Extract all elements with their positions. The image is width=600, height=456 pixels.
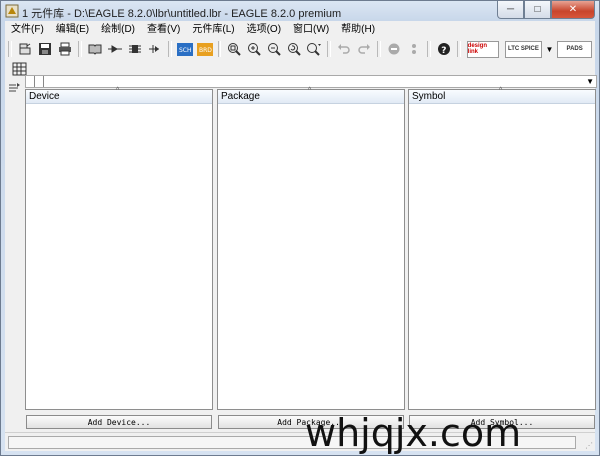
symbol-column-header[interactable]: Symbol ^ <box>409 87 595 104</box>
panel-toggle-icon[interactable] <box>8 82 21 94</box>
toolbar-separator <box>8 41 12 57</box>
help-icon[interactable]: ? <box>435 40 453 58</box>
eagle-app-icon <box>5 4 19 18</box>
toolbar-separator <box>327 41 332 57</box>
title-bar[interactable]: 1 元件库 - D:\EAGLE 8.2.0\lbr\untitled.lbr … <box>1 1 599 21</box>
add-device-button[interactable]: Add Device... <box>26 415 212 429</box>
print-icon[interactable] <box>56 40 74 58</box>
sort-indicator-icon: ^ <box>308 87 312 94</box>
redo-icon[interactable] <box>355 40 373 58</box>
menu-help[interactable]: 帮助(H) <box>335 21 381 38</box>
zoom-fit-icon[interactable] <box>225 40 243 58</box>
symbol-header-label: Symbol <box>412 91 446 102</box>
maximize-button[interactable]: □ <box>524 1 551 19</box>
minimize-button[interactable]: ─ <box>497 1 524 19</box>
svg-text:?: ? <box>441 46 446 56</box>
menu-options[interactable]: 选项(O) <box>241 21 287 38</box>
symbol-list-panel[interactable]: Symbol ^ <box>408 87 596 410</box>
symbol-icon[interactable] <box>146 40 164 58</box>
svg-text:SCH: SCH <box>179 47 192 54</box>
menu-edit[interactable]: 编辑(E) <box>50 21 95 38</box>
package-icon[interactable] <box>126 40 144 58</box>
package-column-header[interactable]: Package ^ <box>218 87 404 104</box>
splitter-handle[interactable] <box>34 76 44 87</box>
menu-bar: 文件(F) 编辑(E) 绘制(D) 查看(V) 元件库(L) 选项(O) 窗口(… <box>5 21 595 38</box>
device-header-label: Device <box>29 91 60 102</box>
chevron-down-icon[interactable]: ▼ <box>586 77 594 86</box>
undo-icon[interactable] <box>335 40 353 58</box>
close-button[interactable]: ✕ <box>551 1 595 19</box>
menu-window[interactable]: 窗口(W) <box>287 21 335 38</box>
zoom-select-icon[interactable] <box>305 40 323 58</box>
main-toolbar: SCH BRD ? design link LTC SPICE ▼ PADS <box>5 38 595 60</box>
brd-icon[interactable]: BRD <box>196 40 214 58</box>
menu-draw[interactable]: 绘制(D) <box>95 21 141 38</box>
sort-indicator-icon: ^ <box>116 87 120 94</box>
sort-indicator-icon: ^ <box>499 87 503 94</box>
toolbar-separator <box>427 41 431 57</box>
toolbar-separator <box>77 41 82 57</box>
device-icon[interactable] <box>106 40 124 58</box>
toolbar-separator <box>456 41 461 57</box>
toolbar-separator <box>217 41 222 57</box>
left-tool-strip <box>5 78 24 451</box>
device-column-header[interactable]: Device ^ <box>26 87 212 104</box>
zoom-in-icon[interactable] <box>245 40 263 58</box>
watermark-text: whjqjx.com <box>305 411 522 455</box>
stop-icon[interactable] <box>385 40 403 58</box>
resize-grip-icon[interactable]: ⋰ <box>585 441 593 450</box>
package-list-panel[interactable]: Package ^ <box>217 87 405 410</box>
ltspice-dropdown-icon[interactable]: ▼ <box>546 45 554 54</box>
menu-file[interactable]: 文件(F) <box>5 21 50 38</box>
menu-view[interactable]: 查看(V) <box>141 21 186 38</box>
design-link-button[interactable]: design link <box>466 40 500 58</box>
svg-text:BRD: BRD <box>199 47 212 54</box>
pads-button[interactable]: PADS <box>557 40 592 58</box>
book-icon[interactable] <box>86 40 104 58</box>
toolbar-separator <box>167 41 172 57</box>
application-window: 1 元件库 - D:\EAGLE 8.2.0\lbr\untitled.lbr … <box>0 0 600 456</box>
open-icon[interactable] <box>16 40 34 58</box>
save-icon[interactable] <box>36 40 54 58</box>
sch-icon[interactable]: SCH <box>176 40 194 58</box>
menu-library[interactable]: 元件库(L) <box>186 21 240 38</box>
zoom-redraw-icon[interactable] <box>285 40 303 58</box>
package-header-label: Package <box>221 91 260 102</box>
client-area: 文件(F) 编辑(E) 绘制(D) 查看(V) 元件库(L) 选项(O) 窗口(… <box>5 21 597 455</box>
toolbar-separator <box>377 41 382 57</box>
window-title: 1 元件库 - D:\EAGLE 8.2.0\lbr\untitled.lbr … <box>22 8 342 20</box>
go-icon[interactable] <box>405 40 423 58</box>
device-list-panel[interactable]: Device ^ <box>25 87 213 410</box>
zoom-out-icon[interactable] <box>265 40 283 58</box>
ltspice-button[interactable]: LTC SPICE <box>505 40 542 58</box>
